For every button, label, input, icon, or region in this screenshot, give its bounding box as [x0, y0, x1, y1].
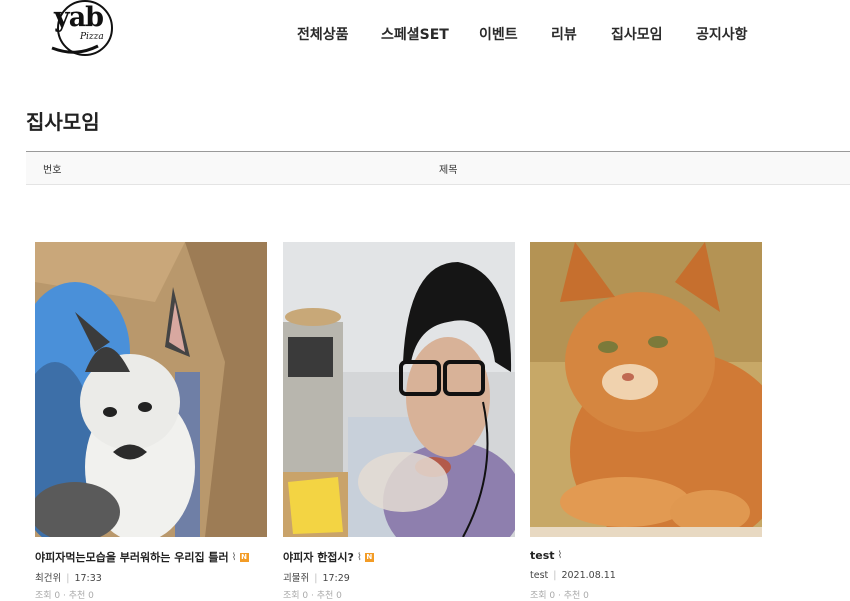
- post-thumbnail-man-eating[interactable]: [283, 242, 515, 537]
- post-meta: test | 2021.08.11: [530, 570, 616, 581]
- post-title-text: 야피자먹는모습을 부러워하는 우리집 틀러: [35, 551, 229, 564]
- post-meta: 최건위 | 17:33: [35, 573, 102, 584]
- post-title[interactable]: 야피자먹는모습을 부러워하는 우리집 틀러 ⌇ N: [35, 549, 267, 565]
- post-time: 2021.08.11: [561, 570, 616, 581]
- post-title[interactable]: test ⌇: [530, 549, 762, 562]
- paperclip-icon: ⌇: [356, 551, 362, 563]
- column-header-number: 번호: [43, 165, 62, 176]
- post-stats: 조회 0 · 추천 0: [283, 591, 342, 601]
- board-header: 번호 제목: [26, 151, 850, 185]
- nav-item-all-products[interactable]: 전체상품: [297, 24, 349, 44]
- column-header-subject: 제목: [439, 165, 458, 176]
- post-meta: 괴물쥐 | 17:29: [283, 573, 350, 584]
- new-badge: N: [364, 552, 374, 562]
- post-thumbnail-kitten[interactable]: [35, 242, 267, 537]
- post-time: 17:33: [74, 573, 102, 584]
- nav-item-review[interactable]: 리뷰: [551, 24, 577, 44]
- post-author: 최건위: [35, 573, 62, 584]
- nav-item-community[interactable]: 집사모임: [611, 24, 663, 44]
- post-author: test: [530, 570, 549, 581]
- post-stats: 조회 0 · 추천 0: [35, 591, 94, 601]
- paperclip-icon: ⌇: [557, 550, 563, 561]
- nav-item-event[interactable]: 이벤트: [479, 24, 518, 44]
- nav-item-notice[interactable]: 공지사항: [696, 24, 748, 44]
- post-thumbnail-orange-cat[interactable]: [530, 242, 762, 537]
- post-title-text: 야피자 한접시?: [283, 551, 354, 564]
- post-stats: 조회 0 · 추천 0: [530, 591, 589, 601]
- post-author: 괴물쥐: [283, 573, 310, 584]
- post-time: 17:29: [322, 573, 350, 584]
- paperclip-icon: ⌇: [231, 551, 237, 563]
- post-title-text: test: [530, 549, 555, 562]
- nav-item-special-set[interactable]: 스페셜SET: [381, 24, 449, 44]
- page-title: 집사모임: [26, 110, 100, 134]
- post-title[interactable]: 야피자 한접시? ⌇ N: [283, 549, 515, 565]
- main-nav: 전체상품 스페셜SET 이벤트 리뷰 집사모임 공지사항: [0, 24, 850, 46]
- new-badge: N: [239, 552, 249, 562]
